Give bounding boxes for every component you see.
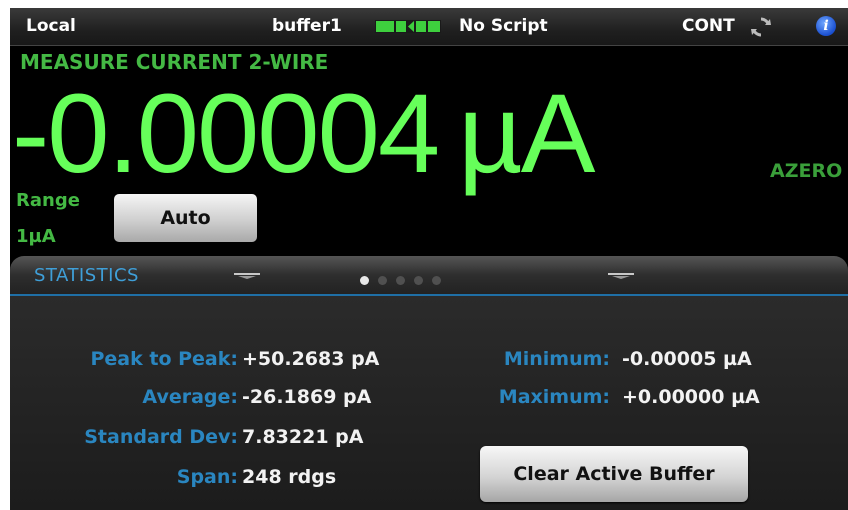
trigger-mode-indicator[interactable]: CONT [682, 8, 735, 45]
panel-tab[interactable]: STATISTICS [10, 256, 848, 296]
standard-dev-label: Standard Dev: [84, 426, 238, 448]
instrument-screen: Local buffer1 No Script CONT i MEASURE C… [10, 8, 848, 510]
local-remote-indicator[interactable]: Local [26, 8, 76, 45]
minimum-label: Minimum: [503, 348, 610, 370]
swipe-handle-icon[interactable] [608, 273, 634, 279]
standard-dev-value: 7.83221 pA [242, 426, 364, 448]
info-icon[interactable]: i [816, 16, 836, 36]
statistics-body: Peak to Peak: +50.2683 pA Average: -26.1… [10, 296, 848, 510]
peak-to-peak-value: +50.2683 pA [242, 348, 380, 370]
range-auto-button[interactable]: Auto [114, 194, 257, 242]
page-dot[interactable] [414, 276, 423, 285]
range-label: Range [16, 190, 80, 211]
panel-title: STATISTICS [34, 265, 139, 286]
azero-indicator: AZERO [770, 160, 843, 182]
buffer-fill-icon[interactable] [375, 20, 441, 33]
status-bar: Local buffer1 No Script CONT i [10, 8, 848, 46]
peak-to-peak-label: Peak to Peak: [90, 348, 238, 370]
script-indicator[interactable]: No Script [459, 8, 548, 45]
active-buffer-indicator[interactable]: buffer1 [272, 8, 342, 45]
span-value: 248 rdgs [242, 466, 337, 488]
measurement-reading: -0.00004 µA [12, 78, 595, 190]
page-dot[interactable] [360, 276, 369, 285]
range-value: 1µA [16, 226, 56, 247]
continuous-trigger-icon[interactable] [750, 16, 772, 38]
swipe-handle-icon[interactable] [234, 273, 260, 279]
page-dot[interactable] [378, 276, 387, 285]
clear-active-buffer-button[interactable]: Clear Active Buffer [480, 446, 748, 502]
average-label: Average: [142, 386, 238, 408]
swipe-panel-statistics: STATISTICS Peak to Peak: +50.2683 pA Ave… [10, 256, 848, 510]
average-value: -26.1869 pA [242, 386, 372, 408]
span-label: Span: [176, 466, 238, 488]
maximum-value: +0.00000 µA [622, 386, 760, 408]
reading-value: -0.00004 [12, 71, 440, 196]
page-dot[interactable] [396, 276, 405, 285]
maximum-label: Maximum: [498, 386, 610, 408]
page-indicator [360, 270, 450, 285]
page-dot[interactable] [432, 276, 441, 285]
minimum-value: -0.00005 µA [622, 348, 752, 370]
reading-unit: µA [458, 71, 595, 196]
